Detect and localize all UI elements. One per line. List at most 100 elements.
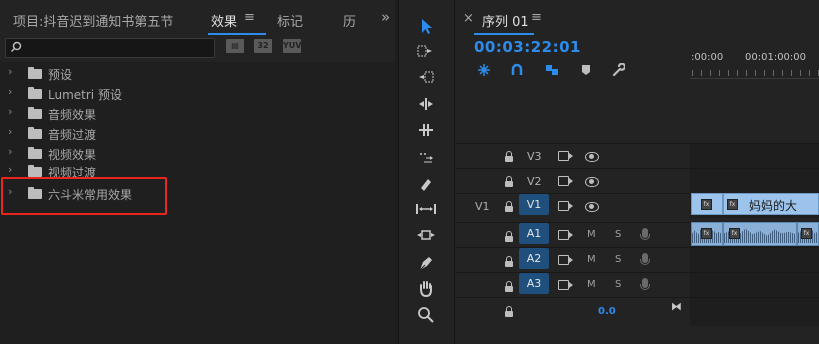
track-header-v1[interactable] [456, 193, 690, 218]
effects-search-input[interactable] [5, 38, 215, 58]
preset-folder-icon [28, 67, 42, 79]
track-target-a3[interactable]: A3 [519, 273, 549, 294]
lock-icon[interactable] [505, 306, 513, 318]
track-name-v3[interactable]: V3 [527, 150, 542, 163]
track-lane-a2[interactable] [690, 247, 819, 272]
lock-icon[interactable] [505, 201, 513, 213]
eye-visibility-icon[interactable] [585, 177, 599, 187]
razor-tool-icon[interactable] [414, 176, 438, 194]
tab-project[interactable]: 项目:抖音迟到通知书第五节 [13, 11, 173, 30]
effects-tree-item[interactable]: › 音频效果 [0, 104, 395, 124]
effects-tree-item[interactable]: › Lumetri 预设 [0, 84, 395, 104]
mute-button[interactable]: M [587, 279, 596, 290]
sync-lock-icon[interactable] [558, 151, 573, 161]
track-header-a1[interactable] [456, 222, 690, 247]
tab-effects[interactable]: 效果 [211, 11, 237, 30]
panel-overflow-icon[interactable]: » [381, 8, 390, 26]
lock-icon[interactable] [505, 231, 513, 243]
solo-button[interactable]: S [615, 229, 621, 240]
microphone-icon[interactable] [640, 228, 650, 240]
track-header-a3[interactable] [456, 272, 690, 297]
tab-history[interactable]: 历 [343, 11, 356, 30]
track-lane-v2[interactable] [690, 168, 819, 193]
slide-tool-icon[interactable] [414, 228, 438, 246]
track-target-a2[interactable]: A2 [519, 248, 549, 269]
linked-selection-icon[interactable] [543, 63, 561, 79]
rolling-edit-tool-icon[interactable] [414, 123, 438, 141]
video-clip[interactable]: fx [691, 193, 723, 215]
eye-visibility-icon[interactable] [585, 202, 599, 212]
playhead-timecode[interactable]: 00:03:22:01 [474, 38, 581, 56]
32bit-effects-icon[interactable]: 32 [254, 39, 272, 53]
track-header-v3[interactable] [456, 143, 690, 168]
pen-tool-icon[interactable] [414, 254, 438, 272]
track-target-a1[interactable]: A1 [519, 223, 549, 244]
video-clip[interactable]: fx 妈妈的大 [723, 193, 819, 215]
zoom-tool-icon[interactable] [414, 306, 438, 324]
effects-tree-item[interactable]: › 预设 [0, 64, 395, 84]
close-sequence-icon[interactable]: × [463, 11, 474, 26]
slip-tool-icon[interactable] [414, 202, 438, 220]
rate-stretch-tool-icon[interactable] [414, 150, 438, 168]
microphone-icon[interactable] [640, 278, 650, 290]
audio-clip[interactable]: fx [691, 222, 723, 246]
track-name-v2[interactable]: V2 [527, 175, 542, 188]
track-lane-v3[interactable] [690, 143, 819, 168]
eye-visibility-icon[interactable] [585, 152, 599, 162]
microphone-icon[interactable] [640, 253, 650, 265]
hand-tool-icon[interactable] [414, 280, 438, 298]
sync-lock-icon[interactable] [558, 176, 573, 186]
sync-lock-icon[interactable] [558, 255, 573, 265]
preset-folder-icon [28, 87, 42, 99]
effects-tree-item[interactable]: › 音频过渡 [0, 124, 395, 144]
lock-icon[interactable] [505, 256, 513, 268]
fx-badge-icon: fx [701, 228, 712, 239]
panel-menu-icon[interactable]: ≡ [244, 10, 255, 25]
lock-icon[interactable] [505, 281, 513, 293]
lock-icon[interactable] [505, 176, 513, 188]
track-header-v2[interactable] [456, 168, 690, 193]
lock-icon[interactable] [505, 151, 513, 163]
track-target-v1[interactable]: V1 [519, 194, 549, 215]
chevron-right-icon[interactable]: › [8, 126, 16, 137]
track-select-backward-tool-icon[interactable] [414, 70, 438, 88]
track-header-a2[interactable] [456, 247, 690, 272]
wrench-settings-icon[interactable] [609, 62, 627, 79]
sequence-menu-icon[interactable]: ≡ [531, 10, 542, 25]
yuv-effects-icon[interactable]: YUV [283, 39, 301, 53]
nest-sequence-icon[interactable] [475, 63, 493, 79]
mute-button[interactable]: M [587, 254, 596, 265]
effects-tree-label: 音频过渡 [48, 128, 97, 142]
chevron-right-icon[interactable]: › [8, 66, 16, 77]
tab-markers[interactable]: 标记 [277, 11, 303, 30]
ruler-label: :00:00 [691, 52, 724, 63]
add-marker-icon[interactable] [577, 63, 595, 79]
effects-tree-label: 音频效果 [48, 108, 97, 122]
master-track-lane[interactable] [690, 297, 819, 326]
audio-clip[interactable]: fx [723, 222, 797, 246]
effects-tree-label: Lumetri 预设 [48, 88, 122, 102]
track-select-forward-tool-icon[interactable] [414, 44, 438, 62]
selection-tool-icon[interactable] [414, 18, 438, 36]
chevron-right-icon[interactable]: › [8, 106, 16, 117]
mute-button[interactable]: M [587, 229, 596, 240]
effects-tree-item[interactable]: › 视频效果 [0, 144, 395, 164]
solo-button[interactable]: S [615, 254, 621, 265]
go-to-in-out-icon[interactable]: ⧓ [671, 300, 682, 313]
sync-lock-icon[interactable] [558, 230, 573, 240]
chevron-right-icon[interactable]: › [8, 86, 16, 97]
ripple-edit-tool-icon[interactable] [414, 97, 438, 115]
accelerated-effects-icon[interactable]: ▤ [226, 39, 244, 53]
master-track-header[interactable] [456, 297, 690, 326]
sync-lock-icon[interactable] [558, 280, 573, 290]
chevron-right-icon[interactable]: › [8, 146, 16, 157]
chevron-right-icon[interactable]: › [8, 164, 16, 175]
solo-button[interactable]: S [615, 279, 621, 290]
audio-clip[interactable]: fx [797, 222, 819, 246]
snap-magnet-icon[interactable] [508, 63, 526, 79]
sync-lock-icon[interactable] [558, 201, 573, 211]
master-volume-value[interactable]: 0.0 [598, 306, 616, 317]
sequence-tab[interactable]: 序列 01 [482, 11, 529, 30]
source-patch-v1[interactable]: V1 [475, 200, 490, 213]
track-lane-a3[interactable] [690, 272, 819, 297]
